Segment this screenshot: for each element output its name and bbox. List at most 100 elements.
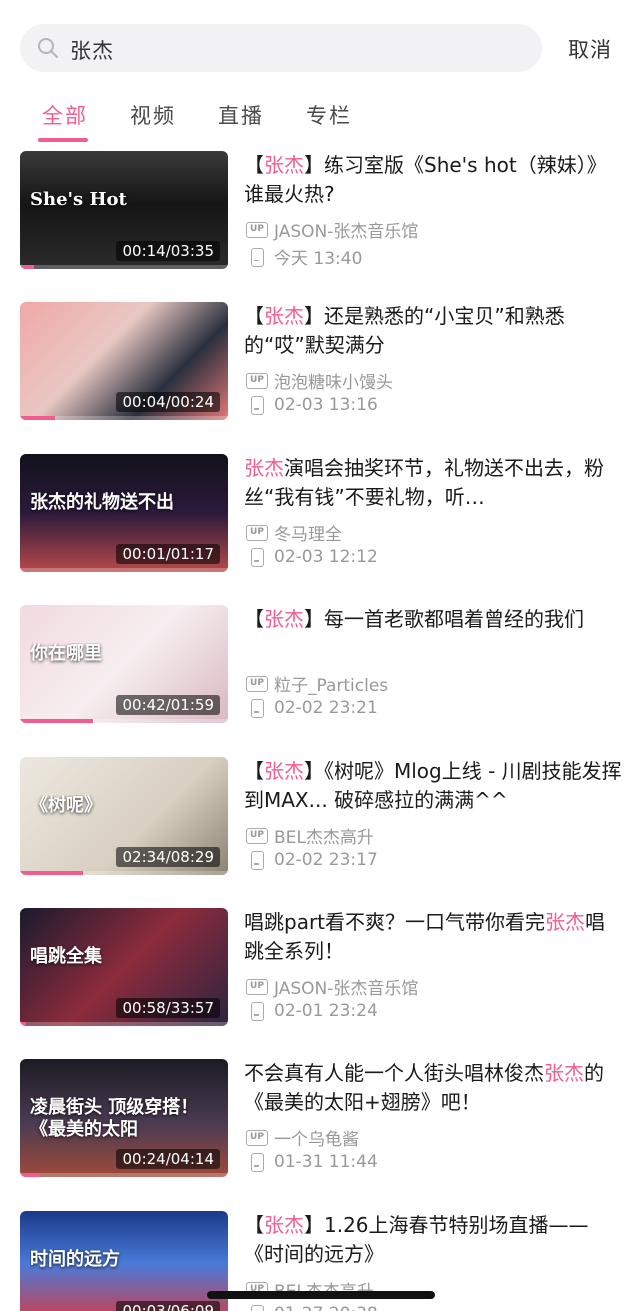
video-thumbnail[interactable]: 张杰的礼物送不出 00:01/01:17 bbox=[20, 454, 228, 572]
video-title[interactable]: 唱跳part看不爽？一口气带你看完张杰唱跳全系列！ bbox=[244, 908, 624, 966]
up-icon: UP bbox=[246, 978, 268, 995]
keyword-highlight: 张杰 bbox=[264, 1213, 304, 1237]
watch-progress-bar bbox=[20, 719, 94, 723]
watch-progress-bar bbox=[20, 265, 34, 269]
home-indicator[interactable] bbox=[207, 1291, 435, 1299]
phone-icon bbox=[246, 699, 268, 718]
uploader-name: BEL杰杰高升 bbox=[274, 828, 374, 848]
publish-time: 02-02 23:21 bbox=[274, 698, 378, 718]
up-icon: UP bbox=[246, 675, 268, 692]
uploader-row[interactable]: UP JASON-张杰音乐馆 bbox=[246, 974, 418, 999]
thumbnail-caption: She's Hot bbox=[30, 189, 127, 210]
video-title[interactable]: 【张杰】《树呢》Mlog上线 - 川剧技能发挥到MAX... 破碎感拉的满满^^ bbox=[244, 757, 624, 815]
phone-icon bbox=[246, 396, 268, 415]
video-thumbnail[interactable]: 唱跳全集 00:58/33:57 bbox=[20, 908, 228, 1026]
up-icon: UP bbox=[246, 524, 268, 541]
publish-time: 02-03 13:16 bbox=[274, 395, 378, 415]
phone-icon bbox=[246, 1002, 268, 1021]
uploader-row[interactable]: UP 粒子_Particles bbox=[246, 671, 388, 696]
thumbnail-caption: 你在哪里 bbox=[30, 643, 102, 664]
duration-badge: 00:04/00:24 bbox=[116, 392, 220, 412]
uploader-row[interactable]: UP 冬马理全 bbox=[246, 520, 342, 545]
keyword-highlight: 张杰 bbox=[264, 304, 304, 328]
tab-active-indicator bbox=[38, 138, 88, 142]
result-item[interactable]: 凌晨街头 顶级穿搭！ 《最美的太阳 00:24/04:14 不会真有人能一个人街头唱… bbox=[0, 1059, 640, 1189]
thumbnail-caption: 凌晨街头 顶级穿搭！ 《最美的太阳 bbox=[30, 1097, 199, 1140]
publish-time-row: 02-01 23:24 bbox=[246, 1001, 378, 1021]
keyword-highlight: 张杰 bbox=[264, 607, 304, 631]
search-bar[interactable]: 张杰 bbox=[20, 24, 542, 72]
keyword-highlight: 张杰 bbox=[545, 910, 586, 934]
publish-time: 02-01 23:24 bbox=[274, 1001, 378, 1021]
thumbnail-caption: 唱跳全集 bbox=[30, 946, 102, 967]
title-text: 【 bbox=[244, 304, 264, 328]
title-text: 】每一首老歌都唱着曾经的我们 bbox=[304, 607, 584, 631]
phone-icon bbox=[246, 247, 268, 267]
result-item[interactable]: 00:04/00:24 【张杰】还是熟悉的“小宝贝”和熟悉的“哎”默契满分 UP 泡泡… bbox=[0, 302, 640, 432]
title-text: 【 bbox=[244, 1213, 264, 1237]
video-title[interactable]: 【张杰】练习室版《She's hot（辣妹）》谁最火热? bbox=[244, 151, 624, 209]
up-icon: UP bbox=[246, 1129, 268, 1146]
uploader-row[interactable]: UP 一个乌龟酱 bbox=[246, 1125, 359, 1150]
thumbnail-caption: 时间的远方 bbox=[30, 1249, 120, 1270]
title-text: 【 bbox=[244, 153, 264, 177]
keyword-highlight: 张杰 bbox=[264, 153, 304, 177]
video-thumbnail[interactable]: 凌晨街头 顶级穿搭！ 《最美的太阳 00:24/04:14 bbox=[20, 1059, 228, 1177]
thumbnail-caption: 《树呢》 bbox=[30, 795, 102, 816]
keyword-highlight: 张杰 bbox=[544, 1061, 584, 1085]
search-input[interactable]: 张杰 bbox=[70, 35, 114, 65]
video-title[interactable]: 不会真有人能一个人街头唱林俊杰张杰的《最美的太阳+翅膀》吧！ bbox=[244, 1059, 624, 1117]
uploader-name: JASON-张杰音乐馆 bbox=[274, 222, 419, 242]
progress-track bbox=[20, 568, 228, 572]
video-thumbnail[interactable]: 时间的远方 00:03/06:09 bbox=[20, 1211, 228, 1311]
video-title[interactable]: 【张杰】还是熟悉的“小宝贝”和熟悉的“哎”默契满分 bbox=[244, 302, 624, 360]
result-item[interactable]: 《树呢》 02:34/08:29 【张杰】《树呢》Mlog上线 - 川剧技能发挥到M… bbox=[0, 757, 640, 887]
video-thumbnail[interactable]: She's Hot 00:14/03:35 bbox=[20, 151, 228, 269]
uploader-row[interactable]: UP 泡泡糖味小馒头 bbox=[246, 368, 393, 393]
duration-badge: 00:14/03:35 bbox=[116, 241, 220, 261]
uploader-row[interactable]: UP JASON-张杰音乐馆 bbox=[246, 217, 418, 242]
watch-progress-bar bbox=[20, 568, 23, 572]
publish-time-row: 02-03 12:12 bbox=[246, 547, 378, 567]
keyword-highlight: 张杰 bbox=[244, 456, 284, 480]
publish-time: 01-31 11:44 bbox=[274, 1152, 378, 1172]
tab-column[interactable]: 专栏 bbox=[306, 100, 352, 130]
tab-live[interactable]: 直播 bbox=[218, 100, 264, 130]
duration-badge: 02:34/08:29 bbox=[116, 847, 220, 867]
publish-time: 01-27 20:38 bbox=[274, 1304, 378, 1311]
watch-progress-bar bbox=[20, 416, 55, 420]
video-thumbnail[interactable]: 你在哪里 00:42/01:59 bbox=[20, 605, 228, 723]
publish-time-row: 02-02 23:21 bbox=[246, 698, 378, 718]
phone-icon bbox=[246, 1153, 268, 1172]
uploader-name: JASON-张杰音乐馆 bbox=[274, 979, 419, 999]
publish-time: 02-03 12:12 bbox=[274, 547, 378, 567]
uploader-name: 粒子_Particles bbox=[274, 676, 389, 696]
progress-track bbox=[20, 1022, 228, 1026]
up-icon: UP bbox=[246, 221, 268, 238]
result-item[interactable]: 你在哪里 00:42/01:59 【张杰】每一首老歌都唱着曾经的我们 UP 粒子_Par… bbox=[0, 605, 640, 735]
duration-badge: 00:24/04:14 bbox=[116, 1149, 220, 1169]
title-text: 演唱会抽奖环节，礼物送不出去，粉丝“我有钱”不要礼物，听… bbox=[244, 456, 604, 509]
tab-all[interactable]: 全部 bbox=[42, 100, 88, 130]
video-title[interactable]: 【张杰】每一首老歌都唱着曾经的我们 bbox=[244, 605, 624, 634]
publish-time-row: 01-27 20:38 bbox=[246, 1304, 378, 1311]
phone-icon bbox=[246, 851, 268, 870]
cancel-button[interactable]: 取消 bbox=[568, 34, 612, 64]
tab-video[interactable]: 视频 bbox=[130, 100, 176, 130]
watch-progress-bar bbox=[20, 1173, 40, 1177]
title-text: 不会真有人能一个人街头唱林俊杰 bbox=[244, 1061, 544, 1085]
publish-time: 02-02 23:17 bbox=[274, 850, 378, 870]
publish-time-row: 01-31 11:44 bbox=[246, 1152, 378, 1172]
thumbnail-caption: 张杰的礼物送不出 bbox=[30, 492, 174, 513]
publish-time-row: 今天 13:40 bbox=[246, 244, 362, 269]
video-title[interactable]: 张杰演唱会抽奖环节，礼物送不出去，粉丝“我有钱”不要礼物，听… bbox=[244, 454, 624, 512]
video-title[interactable]: 【张杰】1.26上海春节特别场直播——《时间的远方》 bbox=[244, 1211, 624, 1269]
result-item[interactable]: She's Hot 00:14/03:35 【张杰】练习室版《She's hot（辣… bbox=[0, 151, 640, 281]
watch-progress-bar bbox=[20, 871, 83, 875]
result-item[interactable]: 张杰的礼物送不出 00:01/01:17 张杰演唱会抽奖环节，礼物送不出去，粉丝“我… bbox=[0, 454, 640, 584]
phone-icon bbox=[246, 1305, 268, 1311]
uploader-row[interactable]: UP BEL杰杰高升 bbox=[246, 823, 374, 848]
video-thumbnail[interactable]: 00:04/00:24 bbox=[20, 302, 228, 420]
video-thumbnail[interactable]: 《树呢》 02:34/08:29 bbox=[20, 757, 228, 875]
result-item[interactable]: 唱跳全集 00:58/33:57 唱跳part看不爽？一口气带你看完张杰唱跳全系列！… bbox=[0, 908, 640, 1038]
